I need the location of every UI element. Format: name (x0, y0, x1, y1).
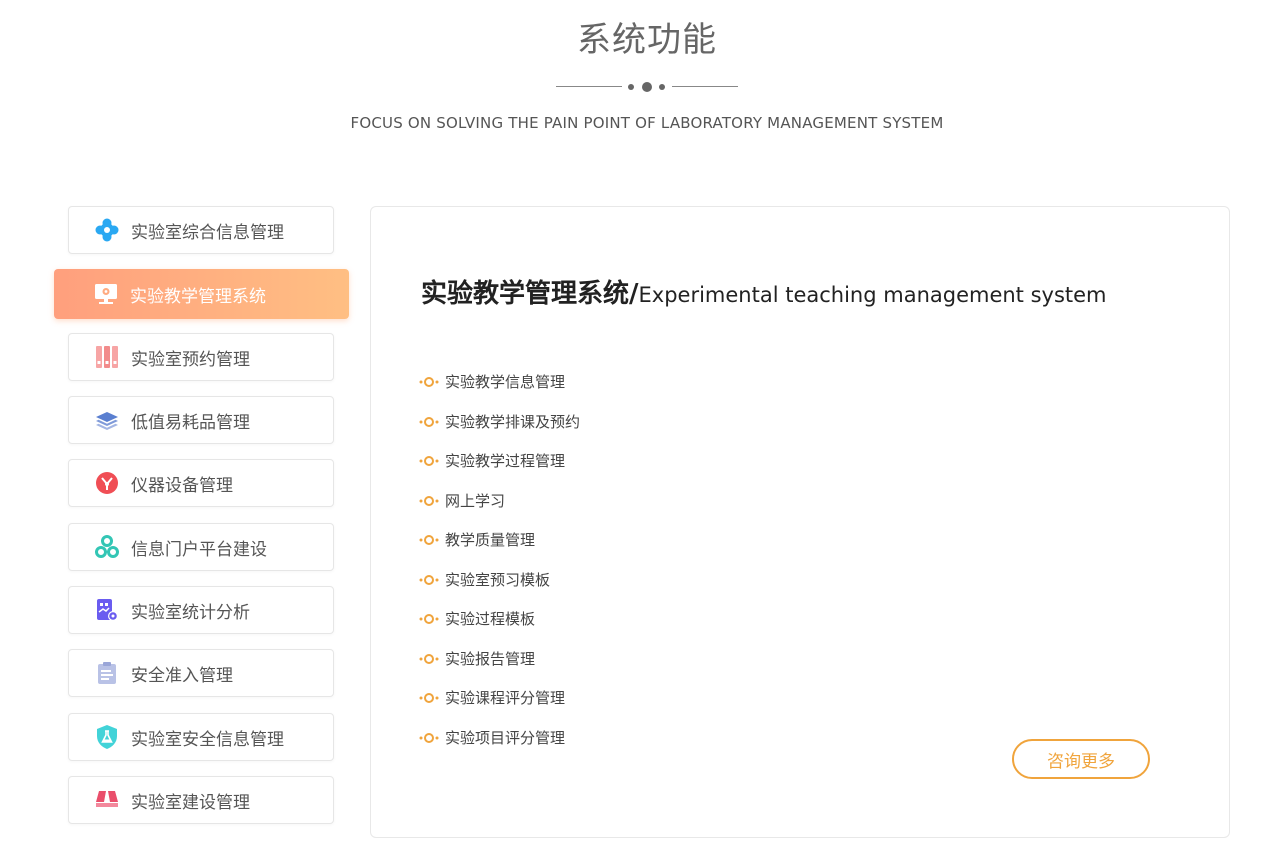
menu-item-safety-info[interactable]: 实验室安全信息管理 (68, 713, 334, 761)
chart-gear-icon (94, 597, 120, 623)
bullet-icon (419, 414, 439, 427)
title-divider (556, 82, 738, 92)
menu-item-label: 实验室统计分析 (131, 602, 250, 623)
menu-item-label: 安全准入管理 (131, 665, 233, 686)
menu-item-label: 实验室安全信息管理 (131, 729, 284, 750)
menu-item-label: 低值易耗品管理 (131, 412, 250, 433)
list-item: 实验报告管理 (419, 648, 580, 688)
feature-label: 实验项目评分管理 (445, 728, 566, 747)
menu-item-statistics[interactable]: 实验室统计分析 (68, 586, 334, 634)
section-title: 系统功能 (577, 20, 717, 60)
menu-item-portal[interactable]: 信息门户平台建设 (68, 523, 334, 571)
feature-label: 实验教学信息管理 (445, 373, 566, 391)
menu-item-label: 信息门户平台建设 (131, 539, 267, 560)
gear-flower-icon (94, 217, 120, 243)
section-subtitle: FOCUS ON SOLVING THE PAIN POINT OF LABOR… (350, 114, 944, 132)
menu-item-consumables[interactable]: 低值易耗品管理 (68, 396, 334, 444)
bullet-icon (419, 730, 439, 743)
bullet-icon (419, 651, 439, 664)
menu-item-lab-info[interactable]: 实验室综合信息管理 (68, 206, 334, 254)
panel-title-cn: 实验教学管理系统/ (421, 279, 639, 309)
feature-label: 网上学习 (445, 491, 506, 510)
list-item: 教学质量管理 (419, 529, 580, 569)
menu-item-teaching-active[interactable]: 实验教学管理系统 (54, 269, 349, 319)
list-item: 网上学习 (419, 490, 580, 530)
list-item: 实验教学排课及预约 (419, 411, 580, 451)
feature-label: 实验报告管理 (445, 649, 536, 668)
menu-item-label: 实验教学管理系统 (130, 286, 266, 307)
feature-label: 实验过程模板 (445, 610, 536, 628)
list-item: 实验课程评分管理 (419, 687, 580, 727)
bullet-icon (419, 690, 439, 703)
list-item: 实验室预习模板 (419, 569, 580, 609)
panel-title-en: Experimental teaching management system (638, 283, 1107, 307)
feature-label: 实验教学过程管理 (445, 452, 566, 470)
nodes-icon (94, 534, 120, 560)
menu-item-lab-booking[interactable]: 实验室预约管理 (68, 333, 334, 381)
feature-detail-panel: 实验教学管理系统/Experimental teaching managemen… (370, 206, 1230, 838)
menu-item-equipment[interactable]: 仪器设备管理 (68, 459, 334, 507)
instrument-icon (94, 470, 120, 496)
bullet-icon (419, 572, 439, 585)
feature-label: 实验课程评分管理 (445, 689, 566, 707)
clipboard-icon (94, 660, 120, 686)
layers-icon (94, 407, 120, 433)
list-item: 实验教学信息管理 (419, 371, 580, 411)
menu-item-label: 实验室预约管理 (131, 349, 250, 370)
build-icon (94, 787, 120, 813)
menu-item-label: 实验室建设管理 (131, 792, 250, 813)
consult-more-button[interactable]: 咨询更多 (1012, 739, 1150, 779)
bullet-icon (419, 453, 439, 466)
monitor-gear-icon (93, 281, 119, 307)
list-item: 实验教学过程管理 (419, 450, 580, 490)
shield-flask-icon (94, 724, 120, 750)
bullet-icon (419, 493, 439, 506)
feature-list: 实验教学信息管理 实验教学排课及预约 实验教学过程管理 网上学习 教学质量管理 … (419, 371, 580, 766)
list-item: 实验项目评分管理 (419, 727, 580, 767)
menu-item-label: 仪器设备管理 (131, 475, 233, 496)
list-item: 实验过程模板 (419, 608, 580, 648)
menu-item-lab-construction[interactable]: 实验室建设管理 (68, 776, 334, 824)
feature-label: 实验室预习模板 (445, 570, 551, 589)
menu-item-safety-access[interactable]: 安全准入管理 (68, 649, 334, 697)
bullet-icon (419, 611, 439, 624)
bullet-icon (419, 532, 439, 545)
feature-label: 教学质量管理 (445, 531, 536, 549)
menu-item-label: 实验室综合信息管理 (131, 222, 284, 243)
folders-icon (94, 344, 120, 370)
feature-label: 实验教学排课及预约 (445, 412, 581, 431)
panel-title: 实验教学管理系统/Experimental teaching managemen… (421, 273, 1107, 310)
bullet-icon (419, 374, 439, 387)
